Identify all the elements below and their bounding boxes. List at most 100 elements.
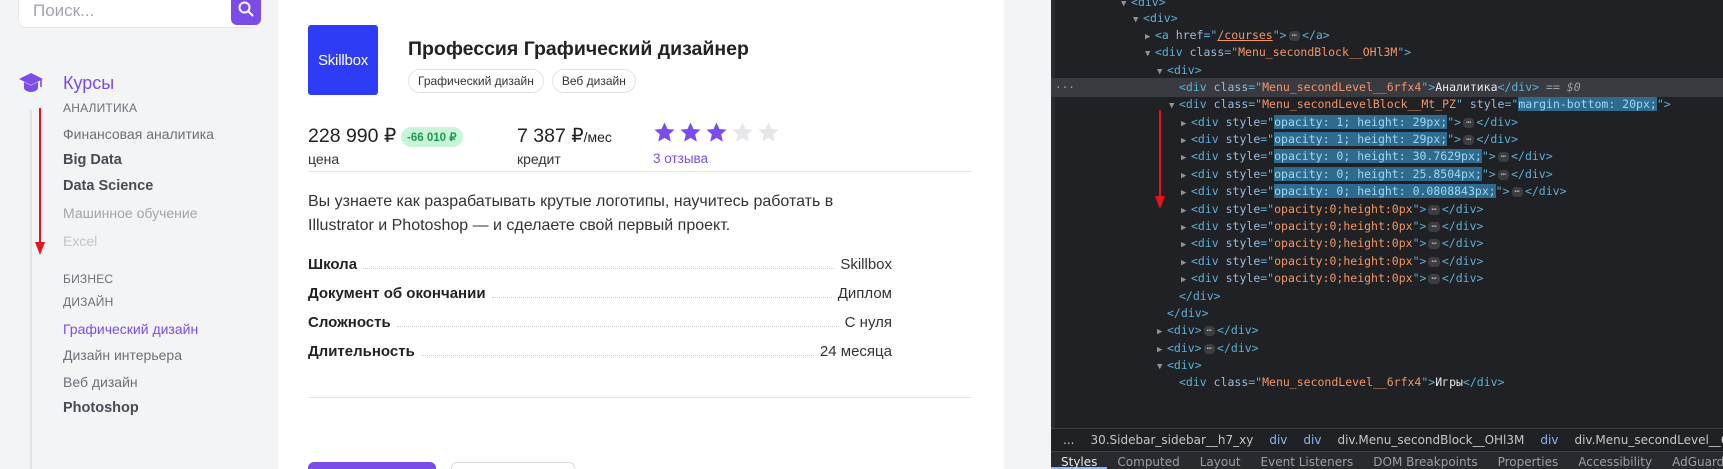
- devtools-tabs: Styles Computed Layout Event Listeners D…: [1051, 451, 1723, 469]
- sidebar-item-financial-analytics[interactable]: Финансовая аналитика: [63, 126, 214, 142]
- primary-action-button[interactable]: [308, 462, 436, 469]
- sidebar-item-interior-design[interactable]: Дизайн интерьера: [63, 347, 182, 363]
- tab-computed[interactable]: Computed: [1107, 452, 1189, 469]
- dom-style-value: opacity:0;height:0px: [1274, 271, 1413, 285]
- dom-style-value: opacity:0;height:0px: [1274, 219, 1413, 233]
- breadcrumb-item[interactable]: 30.Sidebar_sidebar__h7_xy: [1090, 433, 1253, 447]
- ellipsis-icon[interactable]: ⋯: [1428, 273, 1440, 284]
- breadcrumb-item[interactable]: div.Menu_secondLevel__6rfx4: [1574, 433, 1723, 447]
- ellipsis-icon[interactable]: ⋯: [1203, 343, 1216, 354]
- detail-value: 24 месяца: [819, 343, 892, 360]
- tab-accessibility[interactable]: Accessibility: [1568, 452, 1662, 469]
- ellipsis-icon[interactable]: ⋯: [1497, 151, 1510, 162]
- sidebar-item-machine-learning[interactable]: Машинное обучение: [63, 205, 198, 221]
- tab-styles[interactable]: Styles: [1051, 452, 1108, 469]
- dom-tag-name: div: [1137, 0, 1159, 9]
- dom-attr-value: Menu_secondLevelBlock__Mt_PZ: [1262, 97, 1456, 111]
- tab-layout[interactable]: Layout: [1190, 452, 1251, 469]
- detail-row-difficulty: Сложность С нуля: [308, 311, 892, 331]
- credit-unit: /мес: [583, 129, 612, 145]
- credit-amount: 7 387 ₽: [517, 125, 584, 147]
- course-title[interactable]: Профессия Графический дизайнер: [408, 38, 749, 61]
- star-empty-icon: [732, 122, 753, 142]
- secondary-action-button[interactable]: [451, 462, 575, 469]
- price-value: 228 990 ₽: [308, 125, 397, 147]
- dom-attr-name: href: [1175, 28, 1204, 42]
- detail-key: Длительность: [308, 343, 415, 360]
- dom-line[interactable]: ▶ <div style="opacity:0;height:0px"> ⋯ </di…: [1051, 234, 1723, 253]
- dom-line[interactable]: ▶ <div style="opacity:0;height:0px"> ⋯ </di…: [1051, 269, 1723, 288]
- ellipsis-icon[interactable]: ⋯: [1428, 238, 1440, 249]
- detail-key: Школа: [308, 256, 358, 273]
- breadcrumb-item[interactable]: div.Menu_secondBlock__OHl3M: [1337, 433, 1524, 447]
- dom-style-value: margin-bottom: 20px;: [1518, 97, 1657, 111]
- tab-event-listeners[interactable]: Event Listeners: [1251, 452, 1364, 469]
- reviews-link[interactable]: 3 отзыва: [653, 151, 708, 166]
- ellipsis-icon[interactable]: ⋯: [1428, 221, 1440, 232]
- dom-line[interactable]: ▶ <div style="opacity: 0; height: 0.08088…: [1051, 182, 1723, 201]
- detail-row-duration: Длительность 24 месяца: [308, 340, 892, 360]
- tab-adguard[interactable]: AdGuard: [1662, 452, 1723, 469]
- search-input[interactable]: [33, 0, 213, 23]
- dom-style-value: opacity:0;height:0px: [1274, 202, 1413, 216]
- dom-tree: ▼ <div> ▼ <div> ▶ <a href="/courses"> ⋯ </a> …: [1051, 0, 1723, 428]
- dom-line[interactable]: ▶ <div> ⋯ </div>: [1051, 321, 1723, 340]
- dotted-leader: [396, 326, 839, 327]
- detail-key: Сложность: [308, 314, 391, 331]
- ellipsis-icon[interactable]: ⋯: [1428, 256, 1440, 267]
- menu-tree-line: [30, 110, 32, 469]
- dom-text: Аналитика: [1435, 80, 1498, 94]
- dom-line[interactable]: <div class="Menu_secondLevel__6rfx4">Игр…: [1051, 373, 1723, 392]
- sidebar-item-big-data[interactable]: Big Data: [63, 152, 122, 168]
- dom-style-value: opacity:0;height:0px: [1274, 254, 1413, 268]
- ellipsis-icon[interactable]: ⋯: [1463, 117, 1475, 128]
- ellipsis-icon[interactable]: ⋯: [1428, 204, 1440, 215]
- discount-badge: -66 010 ₽: [401, 127, 463, 147]
- dom-style-value: opacity: 0; height: 30.7629px;: [1274, 149, 1482, 163]
- ellipsis-icon[interactable]: ⋯: [1497, 169, 1510, 180]
- sidebar-item-excel[interactable]: Excel: [63, 233, 97, 249]
- breadcrumb-item[interactable]: div: [1303, 433, 1321, 447]
- dotted-leader: [363, 268, 835, 269]
- dotted-leader: [420, 355, 814, 356]
- divider: [308, 397, 972, 398]
- dom-link[interactable]: /courses: [1217, 28, 1272, 42]
- sidebar-item-web-design[interactable]: Веб дизайн: [63, 374, 138, 390]
- dom-attr-value: Menu_secondLevel__6rfx4: [1262, 375, 1422, 389]
- tag-graphic-design[interactable]: Графический дизайн: [408, 69, 544, 93]
- sidebar-category-business[interactable]: БИЗНЕС: [63, 272, 113, 286]
- sidebar-item-graphic-design[interactable]: Графический дизайн: [63, 321, 198, 337]
- breadcrumb-item[interactable]: ...: [1063, 433, 1074, 447]
- sidebar-category-analytics[interactable]: АНАЛИТИКА: [63, 101, 137, 115]
- search-box: [18, 0, 261, 28]
- graduation-cap-icon: [19, 73, 43, 92]
- courses-section-header[interactable]: Курсы: [18, 71, 114, 95]
- dom-line[interactable]: ▼ <div class="Menu_secondBlock__OHl3M">: [1051, 43, 1723, 62]
- tag-web-design[interactable]: Веб дизайн: [551, 69, 636, 93]
- ellipsis-icon[interactable]: ⋯: [1463, 134, 1475, 145]
- school-logo[interactable]: Skillbox: [308, 25, 378, 95]
- dom-selected-marker: == $0: [1546, 80, 1581, 94]
- tab-dom-breakpoints[interactable]: DOM Breakpoints: [1363, 452, 1487, 469]
- annotation-arrow-right: [1051, 108, 1061, 208]
- sidebar-item-data-science[interactable]: Data Science: [63, 178, 153, 194]
- breadcrumb-item[interactable]: div: [1269, 433, 1287, 447]
- divider: [308, 171, 972, 172]
- detail-row-school: Школа Skillbox: [308, 253, 892, 273]
- ellipsis-icon[interactable]: ⋯: [1203, 325, 1216, 336]
- dom-style-value: opacity:0;height:0px: [1274, 236, 1413, 250]
- detail-value: Диплом: [837, 285, 892, 302]
- ellipsis-icon[interactable]: ⋯: [1511, 186, 1523, 197]
- detail-row-document: Документ об окончании Диплом: [308, 282, 892, 302]
- breadcrumb-item[interactable]: div: [1540, 433, 1558, 447]
- ellipsis-icon[interactable]: ⋯: [1288, 30, 1301, 41]
- tab-properties[interactable]: Properties: [1488, 452, 1569, 469]
- star-filled-icon: [654, 122, 675, 142]
- dom-line[interactable]: ▶ <div style="opacity: 0; height: 30.7629…: [1051, 147, 1723, 166]
- search-button[interactable]: [231, 0, 261, 25]
- dom-line[interactable]: ▼ <div class="Menu_secondLevelBlock__Mt_P…: [1051, 95, 1723, 114]
- sidebar-item-photoshop[interactable]: Photoshop: [63, 400, 139, 416]
- price-label: цена: [308, 151, 340, 167]
- search-icon: [238, 1, 254, 16]
- sidebar-category-design[interactable]: ДИЗАЙН: [63, 295, 114, 309]
